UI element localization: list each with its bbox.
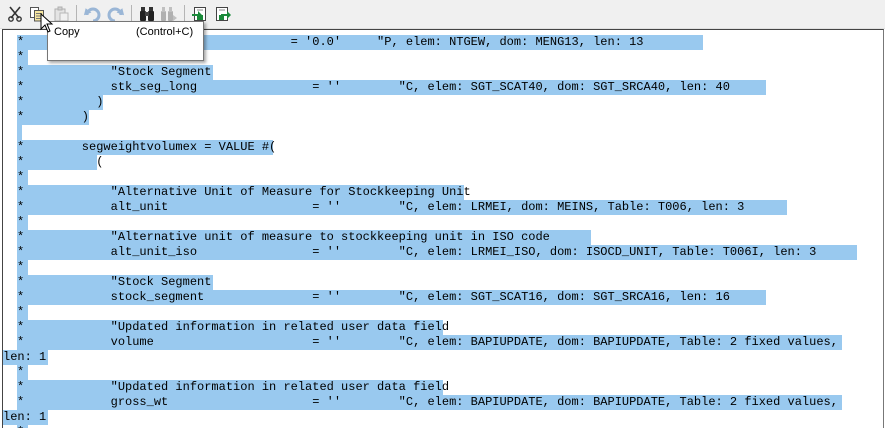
code-line[interactable]: * "Alternative unit of measure to stockk… <box>17 230 591 245</box>
code-line[interactable]: * ) <box>17 110 89 125</box>
code-line[interactable]: * alt_unit_iso = '' "C, elem: LRMEI_ISO,… <box>17 245 857 260</box>
code-line[interactable]: * ) <box>17 95 103 110</box>
paste-icon <box>54 6 69 22</box>
undo-icon <box>83 7 101 22</box>
code-line[interactable]: len: 1 <box>3 350 48 365</box>
cut-button[interactable] <box>5 4 25 24</box>
code-line-text: * <box>17 305 28 320</box>
code-line-text: * ) <box>17 95 104 110</box>
code-line[interactable]: * ( <box>17 155 104 170</box>
mouse-pointer-icon <box>40 13 54 33</box>
tooltip-shortcut: (Control+C) <box>136 26 194 38</box>
code-line-text: * "Updated information in related user d… <box>17 320 450 335</box>
code-line-text: * <box>17 215 28 230</box>
code-line[interactable] <box>17 125 22 140</box>
code-line[interactable]: len: 1 <box>3 410 48 425</box>
code-line[interactable]: * alt_unit = '' "C, elem: LRMEI, dom: ME… <box>17 200 787 215</box>
code-line-text: * ) <box>17 110 90 125</box>
code-line-text: * alt_unit = '' "C, elem: LRMEI, dom: ME… <box>17 200 787 215</box>
code-line[interactable]: * <box>17 260 28 275</box>
code-line[interactable]: * "Alternative Unit of Measure for Stock… <box>17 185 471 200</box>
code-line-text: * ( <box>17 155 104 170</box>
code-line-text: len: 1 <box>3 350 48 365</box>
code-editor[interactable]: * = '0.0' "P, elem: NTGEW, dom: MENG13, … <box>2 29 884 428</box>
code-line-text: * <box>17 260 28 275</box>
binoculars-icon <box>140 7 154 21</box>
code-line-text <box>17 125 22 140</box>
code-line-text: * "Alternative unit of measure to stockk… <box>17 230 591 245</box>
code-line[interactable]: * <box>17 50 28 65</box>
code-line-text: * volume = '' "C, elem: BAPIUPDATE, dom:… <box>17 335 842 350</box>
copy-tooltip: Copy (Control+C) <box>47 21 204 61</box>
code-line-text: * gross_wt = '' "C, elem: BAPIUPDATE, do… <box>17 395 842 410</box>
code-line[interactable]: * "Updated information in related user d… <box>17 320 450 335</box>
code-line-text: * "Updated information in related user d… <box>17 380 450 395</box>
code-line[interactable]: * <box>17 170 28 185</box>
code-line[interactable]: * <box>17 305 28 320</box>
code-line[interactable]: * "Stock Segment <box>17 275 213 290</box>
code-line-text: * "Stock Segment <box>17 275 213 290</box>
code-line-text: * alt_unit_iso = '' "C, elem: LRMEI_ISO,… <box>17 245 857 260</box>
import-icon <box>192 7 206 21</box>
code-line[interactable]: * gross_wt = '' "C, elem: BAPIUPDATE, do… <box>17 395 842 410</box>
code-line[interactable]: * "Stock Segment <box>17 65 213 80</box>
scissors-icon <box>8 6 22 22</box>
code-line-text: * <box>17 365 28 380</box>
export-button[interactable] <box>213 4 233 24</box>
code-line[interactable]: * <box>17 365 28 380</box>
code-line-text: * "Stock Segment <box>17 65 213 80</box>
redo-icon <box>107 7 125 22</box>
code-line-text: * <box>17 170 28 185</box>
find-next-icon <box>161 7 177 21</box>
code-line-text: * "Alternative Unit of Measure for Stock… <box>17 185 471 200</box>
code-line[interactable]: * segweightvolumex = VALUE #( <box>17 140 277 155</box>
code-line[interactable]: * "Updated information in related user d… <box>17 380 450 395</box>
export-icon <box>216 7 231 21</box>
code-line[interactable]: * stk_seg_long = '' "C, elem: SGT_SCAT40… <box>17 80 766 95</box>
code-line-text: len: 1 <box>3 410 48 425</box>
code-line[interactable]: * volume = '' "C, elem: BAPIUPDATE, dom:… <box>17 335 842 350</box>
code-line-text: * <box>17 50 28 65</box>
tooltip-label: Copy <box>54 26 80 38</box>
code-line-text: * stock_segment = '' "C, elem: SGT_SCAT1… <box>17 290 766 305</box>
code-line-text: * segweightvolumex = VALUE #( <box>17 140 277 155</box>
code-line-text: * stk_seg_long = '' "C, elem: SGT_SCAT40… <box>17 80 766 95</box>
code-line[interactable]: * stock_segment = '' "C, elem: SGT_SCAT1… <box>17 290 766 305</box>
code-line[interactable]: * <box>17 215 28 230</box>
